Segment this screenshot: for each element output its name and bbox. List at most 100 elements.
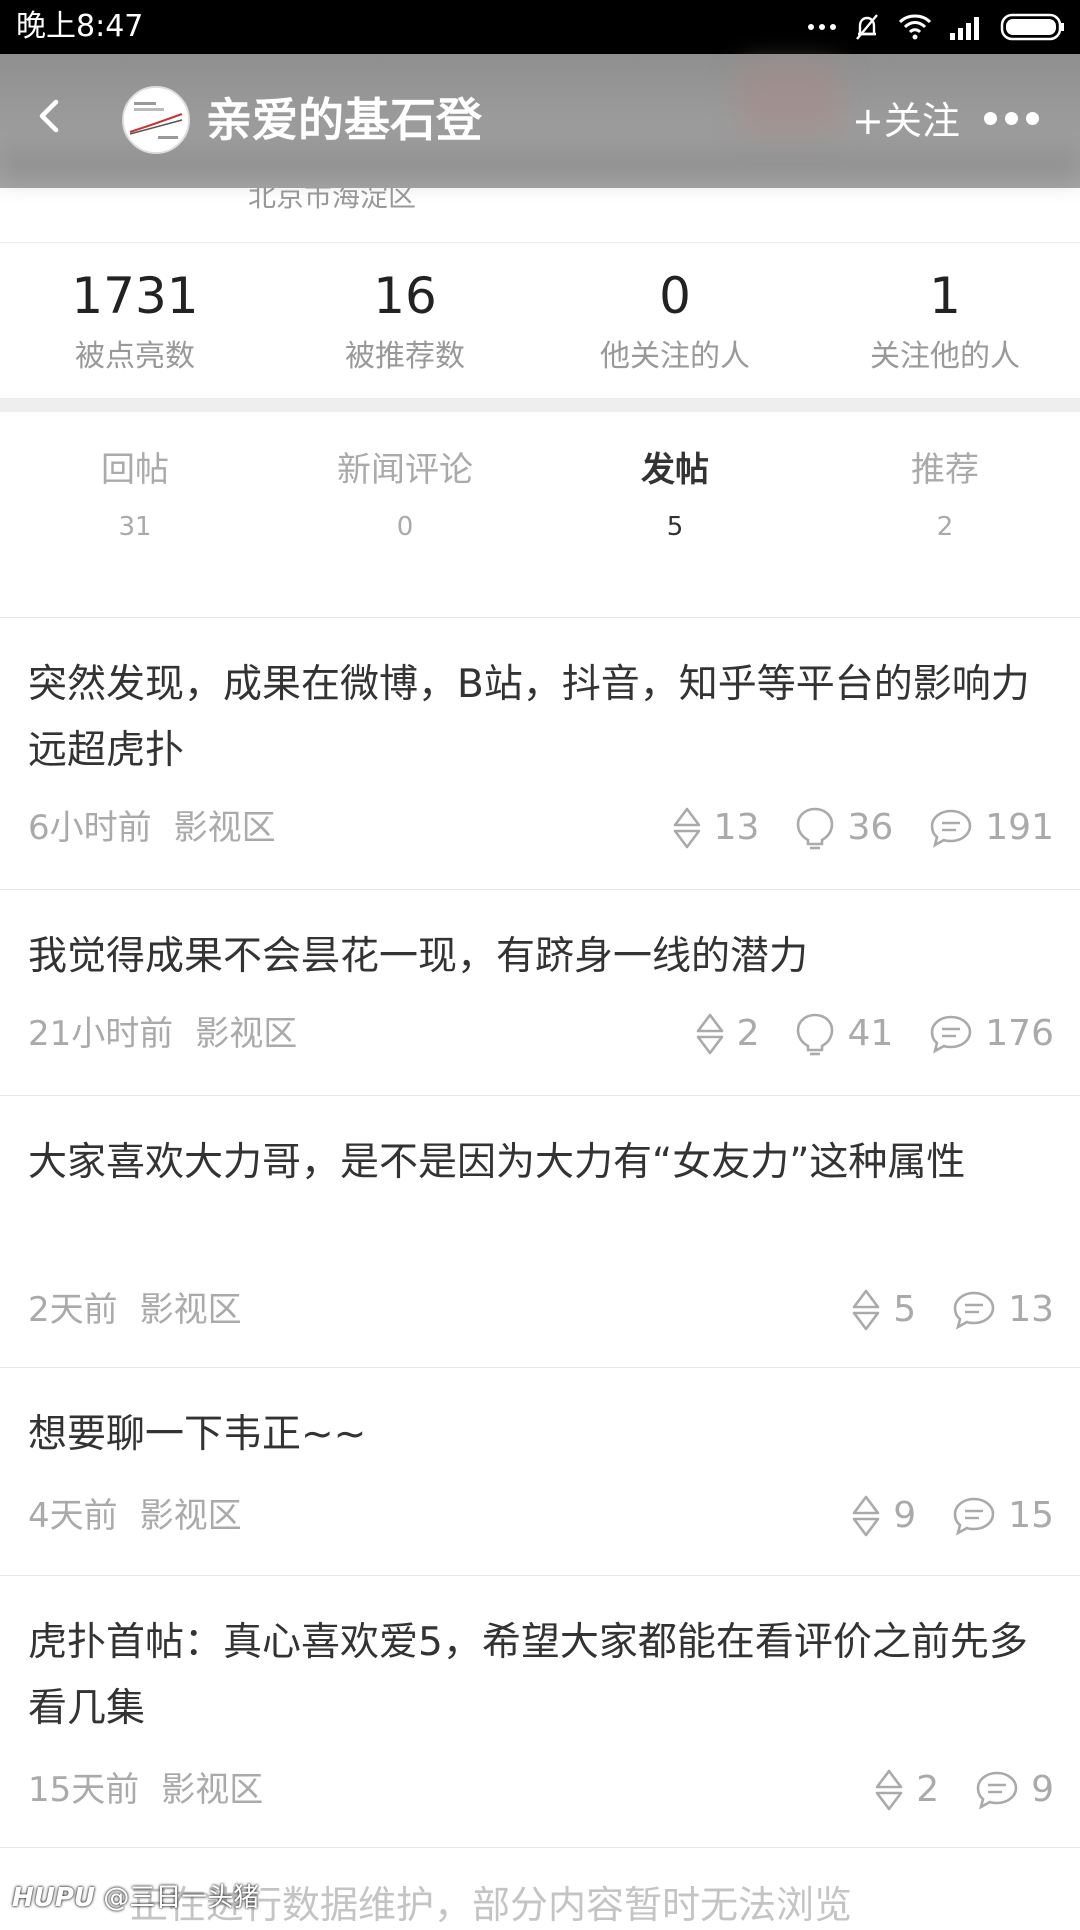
post-meta: 2天前 影视区	[28, 1288, 242, 1332]
stat-value: 16	[373, 267, 437, 325]
stat-label: 被推荐数	[345, 339, 465, 374]
light-count: 36	[795, 806, 893, 850]
recommend-icon	[852, 1495, 880, 1537]
tab-recommended[interactable]: 推荐 2	[810, 412, 1080, 617]
stat-value: 1731	[71, 267, 199, 325]
post-board[interactable]: 影视区	[174, 808, 276, 848]
post-meta: 21小时前 影视区	[28, 1012, 297, 1056]
post-item[interactable]: 我觉得成果不会昙花一现，有跻身一线的潜力 21小时前 影视区 2 41 176	[0, 890, 1080, 1096]
post-time: 21小时前	[28, 1014, 174, 1054]
reply-count: 191	[929, 806, 1054, 850]
avatar[interactable]	[122, 86, 190, 154]
status-bar: 晚上8:47	[0, 0, 1080, 54]
post-item[interactable]: 想要聊一下韦正~~ 4天前 影视区 9 15	[0, 1368, 1080, 1576]
post-time: 6小时前	[28, 808, 152, 848]
post-time: 15天前	[28, 1770, 140, 1810]
post-item[interactable]: 突然发现，成果在微博，B站，抖音，知乎等平台的影响力远超虎扑 6小时前 影视区 1…	[0, 618, 1080, 890]
tab-count: 0	[396, 512, 414, 542]
tab-news-comments[interactable]: 新闻评论 0	[270, 412, 540, 617]
light-value: 36	[847, 807, 894, 848]
post-stats: 13 36 191	[636, 806, 1054, 850]
recommend-count: 2	[874, 1768, 939, 1812]
back-arrow-icon[interactable]	[30, 94, 70, 138]
recommend-value: 2	[736, 1013, 760, 1054]
post-meta: 6小时前 影视区	[28, 806, 276, 850]
wifi-icon	[898, 14, 932, 40]
light-value: 41	[847, 1013, 894, 1054]
profile-header: 亲爱的基石登 +关注	[0, 54, 1080, 188]
post-item[interactable]: 虎扑首帖：真心喜欢爱5，希望大家都能在看评价之前先多看几集 15天前 影视区 2 …	[0, 1576, 1080, 1848]
post-board[interactable]: 影视区	[140, 1290, 242, 1330]
status-more-icon	[808, 24, 836, 30]
recommend-icon	[875, 1769, 903, 1811]
reply-value: 191	[985, 807, 1054, 848]
light-bulb-icon	[797, 1013, 834, 1056]
content-tabs: 回帖 31 新闻评论 0 发帖 5 推荐 2	[0, 412, 1080, 618]
recommend-icon	[696, 1013, 723, 1055]
stat-followers[interactable]: 1 关注他的人	[810, 243, 1080, 400]
tab-label: 发帖	[641, 450, 709, 490]
reply-count: 13	[952, 1288, 1054, 1332]
follow-button[interactable]: +关注	[852, 96, 960, 146]
comment-icon	[953, 1497, 995, 1536]
post-time: 2天前	[28, 1290, 118, 1330]
reply-count: 176	[929, 1012, 1054, 1056]
post-stats: 2 9	[838, 1768, 1054, 1812]
status-icons	[808, 10, 1066, 44]
reply-count: 15	[952, 1494, 1054, 1538]
post-title: 想要聊一下韦正~~	[28, 1412, 367, 1457]
light-count: 41	[795, 1012, 893, 1056]
section-divider	[0, 398, 1080, 412]
post-title: 突然发现，成果在微博，B站，抖音，知乎等平台的影响力远超虎扑	[28, 662, 1030, 773]
post-title: 虎扑首帖：真心喜欢爱5，希望大家都能在看评价之前先多看几集	[28, 1620, 1028, 1731]
more-dots-icon[interactable]	[984, 112, 1039, 125]
tab-label: 推荐	[911, 450, 979, 490]
post-board[interactable]: 影视区	[161, 1770, 263, 1810]
stat-label: 被点亮数	[75, 339, 195, 374]
battery-icon	[1000, 13, 1064, 41]
recommend-count: 5	[851, 1288, 916, 1332]
post-item[interactable]: 大家喜欢大力哥，是不是因为大力有“女友力”这种属性 2天前 影视区 5 13	[0, 1096, 1080, 1368]
recommend-count: 9	[851, 1494, 916, 1538]
post-title: 大家喜欢大力哥，是不是因为大力有“女友力”这种属性	[28, 1140, 966, 1185]
comment-icon	[953, 1291, 995, 1330]
stat-following[interactable]: 0 他关注的人	[540, 243, 810, 400]
stat-lights[interactable]: 1731 被点亮数	[0, 243, 270, 400]
recommend-icon	[852, 1289, 880, 1331]
page-title: 亲爱的基石登	[206, 93, 482, 147]
post-title: 我觉得成果不会昙花一现，有跻身一线的潜力	[28, 934, 809, 979]
light-bulb-icon	[797, 807, 834, 850]
watermark: HUPU @三日一头猪	[12, 1880, 259, 1916]
watermark-user: @三日一头猪	[103, 1883, 260, 1913]
signal-icon	[950, 17, 979, 40]
recommend-value: 2	[916, 1769, 940, 1810]
post-meta: 4天前 影视区	[28, 1494, 242, 1538]
comment-icon	[976, 1771, 1018, 1810]
stat-value: 1	[929, 267, 961, 325]
post-stats: 9 15	[815, 1494, 1054, 1538]
recommend-value: 13	[713, 807, 760, 848]
tab-label: 回帖	[101, 450, 169, 490]
reply-value: 15	[1008, 1495, 1054, 1536]
tab-replies[interactable]: 回帖 31	[0, 412, 270, 617]
reply-value: 176	[985, 1013, 1054, 1054]
reply-value: 13	[1008, 1289, 1054, 1330]
tab-posts[interactable]: 发帖 5	[540, 412, 810, 617]
post-board[interactable]: 影视区	[195, 1014, 297, 1054]
stat-value: 0	[659, 267, 691, 325]
stat-label: 他关注的人	[600, 339, 750, 374]
comment-icon	[930, 809, 972, 848]
recommend-value: 9	[893, 1495, 917, 1536]
tab-count: 5	[666, 512, 684, 542]
user-stats: 1731 被点亮数 16 被推荐数 0 他关注的人 1 关注他的人	[0, 242, 1080, 400]
recommend-value: 5	[893, 1289, 917, 1330]
tab-label: 新闻评论	[337, 450, 473, 490]
reply-count: 9	[975, 1768, 1054, 1812]
mute-bell-icon	[856, 14, 878, 40]
post-time: 4天前	[28, 1496, 118, 1536]
recommend-count: 2	[695, 1012, 760, 1056]
stat-recommended[interactable]: 16 被推荐数	[270, 243, 540, 400]
tab-count: 31	[118, 512, 152, 542]
post-board[interactable]: 影视区	[140, 1496, 242, 1536]
watermark-brand: HUPU	[12, 1883, 96, 1913]
